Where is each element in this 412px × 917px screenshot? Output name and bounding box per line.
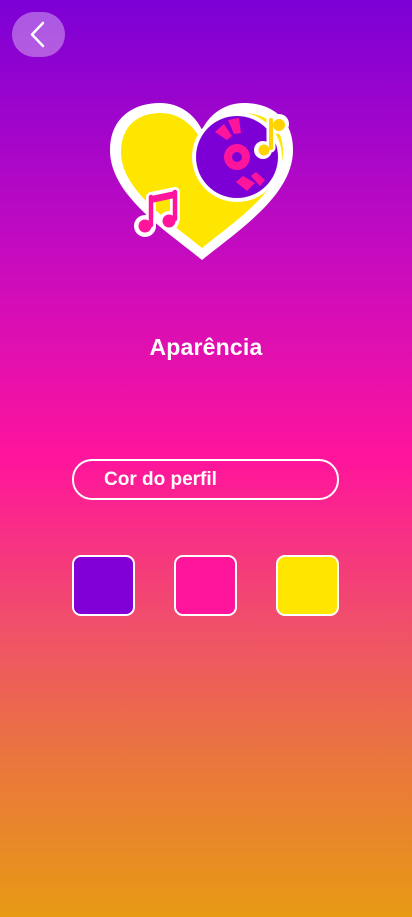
heart-vinyl-music-icon [110,103,293,260]
color-swatch-purple[interactable] [72,555,135,616]
profile-color-label: Cor do perfil [104,469,217,490]
color-swatch-pink[interactable] [174,555,237,616]
page-title: Aparência [149,334,263,360]
profile-color-field[interactable]: Cor do perfil [72,459,339,500]
chevron-left-icon [30,21,45,48]
appearance-illustration [105,100,300,270]
back-button[interactable] [12,12,65,57]
color-swatch-yellow[interactable] [276,555,339,616]
